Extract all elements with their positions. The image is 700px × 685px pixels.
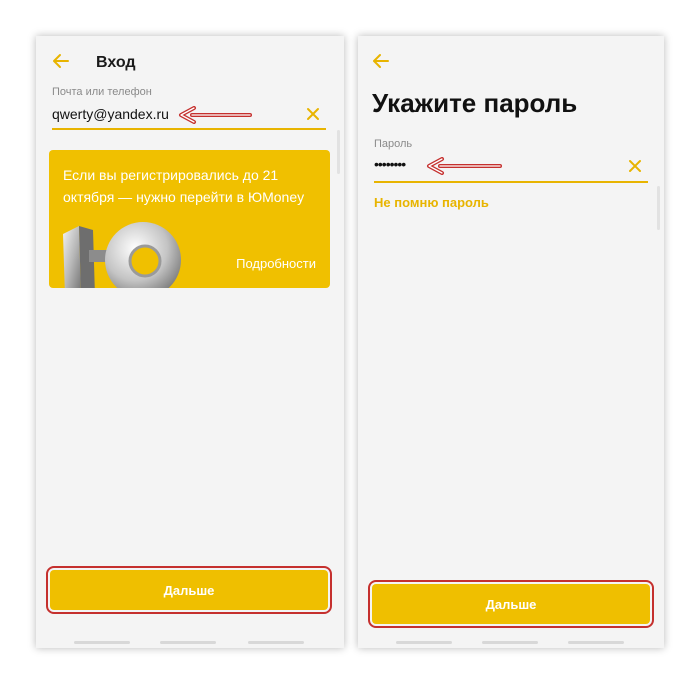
nav-bar-left (74, 641, 130, 644)
email-field-underline (52, 128, 326, 130)
email-field-label: Почта или телефон (52, 86, 152, 98)
promo-text: Если вы регистрировались до 21 октября —… (63, 167, 305, 205)
yumoney-logo-icon (63, 222, 181, 288)
annotation-arrow-icon (179, 106, 252, 124)
forgot-password-link[interactable]: Не помню пароль (374, 195, 489, 210)
login-screen: Вход Почта или телефон qwerty@yandex.ru … (36, 36, 344, 648)
clear-icon[interactable] (306, 107, 320, 121)
back-arrow-icon[interactable] (370, 50, 392, 72)
password-field[interactable]: •••••••• (374, 156, 406, 172)
password-field-underline (374, 181, 648, 183)
next-button[interactable]: Дальше (46, 566, 332, 614)
nav-bar-right (248, 641, 304, 644)
page-title: Укажите пароль (372, 88, 578, 118)
clear-icon[interactable] (628, 159, 642, 173)
nav-bar-center (160, 641, 216, 644)
nav-bar-right (568, 641, 624, 644)
password-field-label: Пароль (374, 138, 413, 150)
password-screen: Укажите пароль Пароль •••••••• Не помню … (358, 36, 664, 648)
email-field[interactable]: qwerty@yandex.ru (52, 106, 169, 122)
nav-bar-center (482, 641, 538, 644)
page-title: Вход (96, 54, 136, 71)
next-button[interactable]: Дальше (368, 580, 654, 628)
promo-details-link[interactable]: Подробности (236, 256, 316, 271)
annotation-arrow-icon (427, 157, 502, 175)
scrollbar[interactable] (337, 130, 340, 174)
scrollbar[interactable] (657, 186, 660, 230)
nav-bar-left (396, 641, 452, 644)
back-arrow-icon[interactable] (50, 50, 72, 72)
promo-banner[interactable]: Если вы регистрировались до 21 октября —… (49, 150, 330, 288)
